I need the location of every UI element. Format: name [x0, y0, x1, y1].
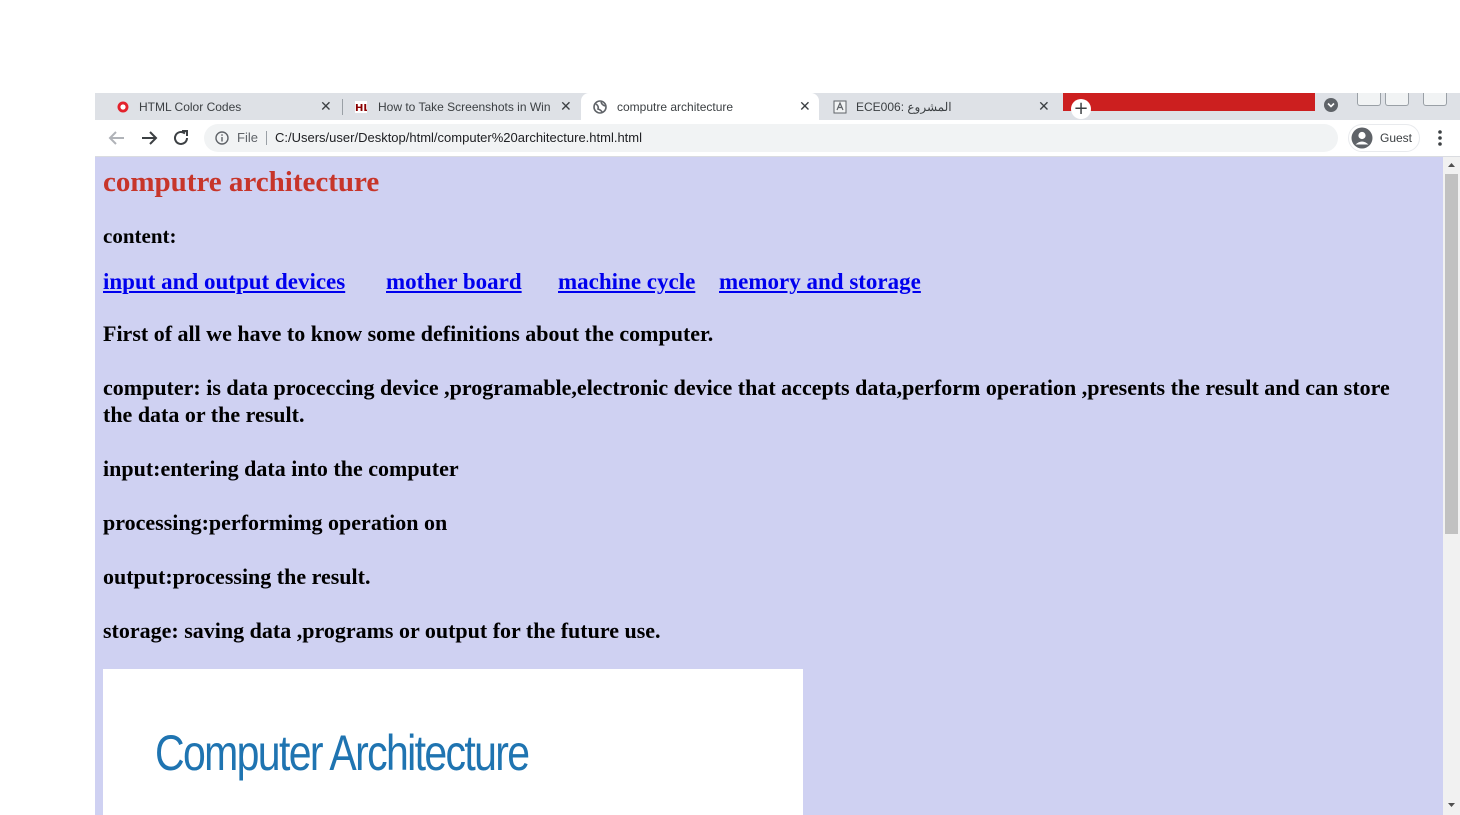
close-tab-icon[interactable]: ✕ [320, 98, 332, 114]
url-text[interactable]: C:/Users/user/Desktop/html/computer%20ar… [275, 130, 642, 145]
link-input-output-devices[interactable]: input and output devices [103, 269, 345, 295]
new-tab-button[interactable]: + [1071, 99, 1091, 119]
scrollbar-thumb[interactable] [1445, 174, 1458, 534]
hl-logo-icon: HL [355, 101, 367, 113]
content-heading: content: [103, 224, 177, 248]
scroll-down-arrow-icon[interactable] [1443, 797, 1460, 813]
minimize-button[interactable] [1357, 93, 1381, 106]
info-icon[interactable] [215, 131, 229, 145]
close-window-button[interactable] [1423, 93, 1447, 106]
tab-label: ECE006: المشروع [856, 100, 952, 114]
opera-circle-icon [117, 101, 129, 113]
profile-button[interactable]: Guest [1348, 124, 1420, 152]
scroll-up-arrow-icon[interactable] [1443, 157, 1460, 173]
computer-architecture-image: Computer Architecture [103, 669, 803, 815]
link-memory-and-storage[interactable]: memory and storage [719, 269, 921, 295]
forward-arrow-icon[interactable] [137, 126, 161, 150]
paragraph-output: output:processing the result. [103, 564, 371, 589]
restore-button[interactable] [1385, 93, 1409, 106]
vertical-scrollbar[interactable] [1443, 157, 1460, 815]
browser-toolbar: File C:/Users/user/Desktop/html/computer… [95, 120, 1460, 157]
tab-computre-architecture[interactable]: computre architecture ✕ [581, 93, 819, 120]
paragraph-input: input:entering data into the computer [103, 456, 459, 481]
omnibox-divider [266, 131, 267, 145]
tab-strip: HTML Color Codes ✕ HL How to Take Screen… [95, 93, 1460, 120]
close-tab-icon[interactable]: ✕ [560, 98, 572, 114]
document-icon [833, 100, 847, 114]
more-menu-icon[interactable] [1431, 126, 1449, 150]
paragraph-storage: storage: saving data ,programs or output… [103, 618, 661, 643]
link-mother-board[interactable]: mother board [386, 269, 522, 295]
paragraph-computer-definition: computer: is data proceccing device ,pro… [103, 375, 1390, 427]
page-viewport: computre architecture content: input and… [95, 157, 1460, 815]
reload-icon[interactable] [169, 126, 193, 150]
profile-name: Guest [1380, 131, 1413, 145]
tab-search-icon[interactable] [1323, 97, 1339, 113]
red-overlay-band [1063, 93, 1315, 111]
globe-icon [593, 100, 607, 114]
link-machine-cycle[interactable]: machine cycle [558, 269, 695, 295]
url-scheme-label: File [237, 130, 258, 145]
page-title: computre architecture [103, 166, 380, 198]
svg-text:HL: HL [355, 103, 367, 113]
tab-screenshots-guide[interactable]: HL How to Take Screenshots in Wind ✕ [343, 93, 579, 120]
address-bar[interactable]: File C:/Users/user/Desktop/html/computer… [204, 124, 1338, 152]
figure-title-text: Computer Architecture [155, 725, 530, 781]
tab-label: computre architecture [617, 100, 734, 114]
browser-window: HTML Color Codes ✕ HL How to Take Screen… [95, 93, 1460, 815]
paragraph-intro: First of all we have to know some defini… [103, 321, 714, 346]
close-tab-icon[interactable]: ✕ [799, 98, 811, 114]
back-arrow-icon[interactable] [105, 126, 129, 150]
tab-label: How to Take Screenshots in Wind [378, 100, 550, 114]
tab-label: HTML Color Codes [139, 100, 242, 114]
tab-ece006[interactable]: ECE006: المشروع ✕ [821, 93, 1059, 120]
tab-html-color-codes[interactable]: HTML Color Codes ✕ [95, 93, 341, 120]
close-tab-icon[interactable]: ✕ [1038, 98, 1050, 114]
paragraph-processing: processing:performimg operation on [103, 510, 448, 535]
account-icon [1351, 127, 1373, 149]
